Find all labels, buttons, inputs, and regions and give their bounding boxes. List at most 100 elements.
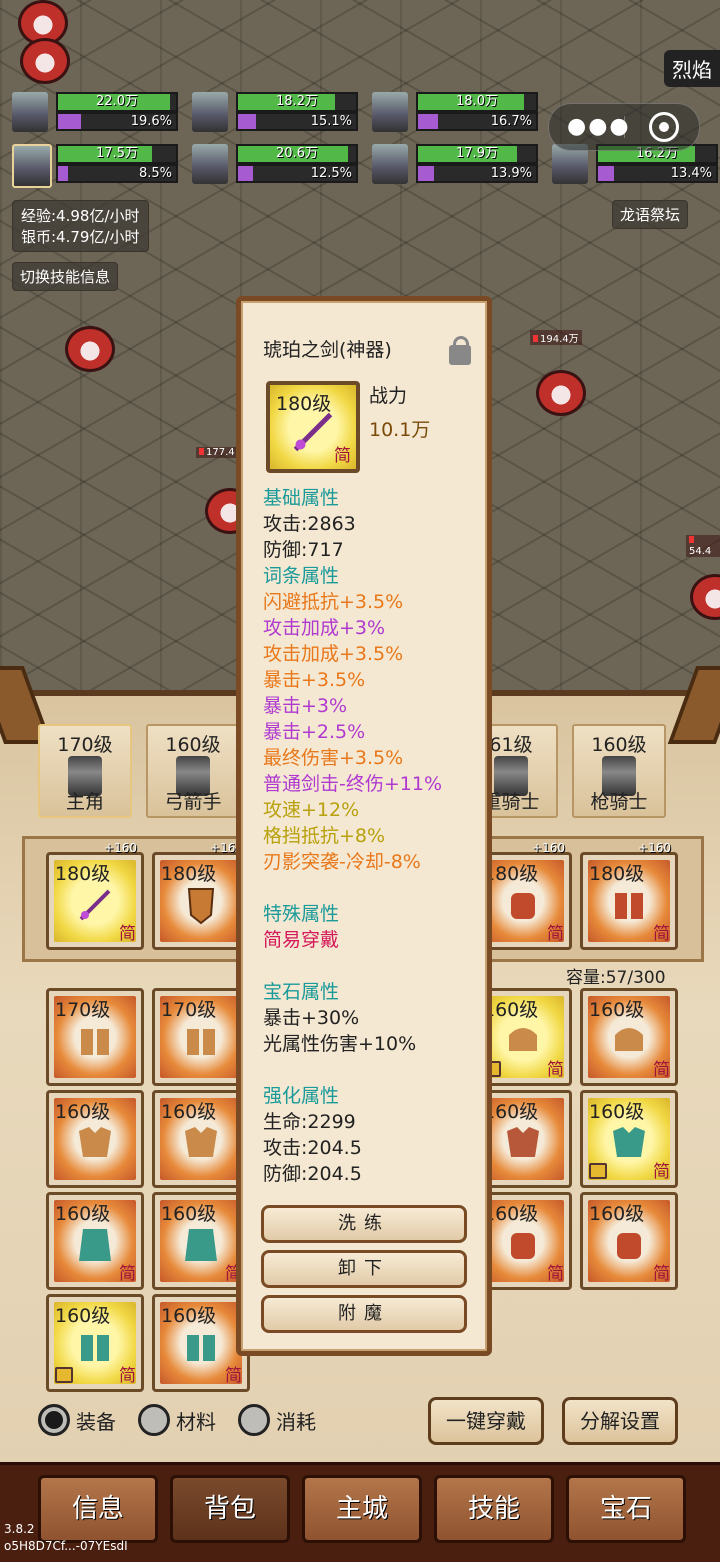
enemy-skull xyxy=(536,370,586,416)
hp-bar: 20.6万 xyxy=(236,144,358,164)
affix-attr: 闪避抵抗+3.5% xyxy=(263,591,404,613)
item-detail-tooltip: 琥珀之剑(神器) 180级 简 战力 10.1万 基础属性 攻击:2863 防御… xyxy=(236,296,492,1356)
enhance-attr: 攻击:204.5 xyxy=(263,1137,362,1159)
mp-bar: 8.5% xyxy=(56,164,178,183)
affix-attr: 暴击+3% xyxy=(263,695,348,717)
sword-icon xyxy=(79,889,111,921)
mp-bar: 19.6% xyxy=(56,112,178,131)
hero-tab-archer[interactable]: 160级 弓箭手 xyxy=(146,724,240,818)
affix-attr: 暴击+2.5% xyxy=(263,721,366,743)
damage-popup: 54.4 xyxy=(686,535,720,557)
affix-attr: 攻击加成+3.5% xyxy=(263,643,404,665)
equipped-boots-slot[interactable]: 180级 +160 简 xyxy=(580,841,678,950)
item-icon: 180级 简 xyxy=(266,381,360,473)
boots-icon xyxy=(187,1335,215,1361)
enhance-attr-header: 强化属性 xyxy=(263,1085,340,1107)
inventory-slot[interactable]: 160级简 xyxy=(46,1192,144,1290)
gloves-icon xyxy=(617,1233,641,1259)
affix-attr: 攻速+12% xyxy=(263,799,360,821)
close-target-icon[interactable] xyxy=(649,112,679,142)
nav-gems[interactable]: 宝石 xyxy=(566,1475,686,1543)
rate-info-box: 经验:4.98亿/小时 银币:4.79亿/小时 xyxy=(12,200,149,252)
inventory-slot[interactable]: 160级简 xyxy=(46,1294,144,1392)
damage-popup: 177.4 xyxy=(196,447,238,458)
equip-all-button[interactable]: 一键穿戴 xyxy=(428,1397,544,1445)
boots-icon xyxy=(615,893,643,919)
power-value: 10.1万 xyxy=(369,419,431,441)
exp-rate: 经验:4.98亿/小时 xyxy=(21,207,140,225)
base-attr: 攻击:2863 xyxy=(263,513,356,535)
enhance-attr: 防御:204.5 xyxy=(263,1163,362,1185)
shield-icon xyxy=(187,888,215,925)
hero-portrait xyxy=(192,144,228,184)
mp-bar: 13.9% xyxy=(416,164,538,183)
inventory-slot[interactable]: 160级 xyxy=(46,1090,144,1188)
mini-program-capsule[interactable]: ●●● xyxy=(548,103,700,151)
hero-portrait xyxy=(372,144,408,184)
enemy-skull xyxy=(65,326,115,372)
gloves-icon xyxy=(511,1233,535,1259)
cape-icon xyxy=(79,1229,111,1261)
armor-icon xyxy=(185,1127,217,1157)
special-attr: 简易穿戴 xyxy=(263,929,340,951)
nav-main-city[interactable]: 主城 xyxy=(302,1475,422,1543)
version-info: 3.8.2 o5H8D7Cf...-07YEsdI xyxy=(4,1522,128,1553)
hero-portrait xyxy=(192,92,228,132)
hero-tab-level: 170级 xyxy=(57,734,113,756)
hero-portrait xyxy=(372,92,408,132)
stage-name: 龙语祭坛 xyxy=(612,200,689,229)
armor-icon xyxy=(613,1127,645,1157)
mp-bar: 13.4% xyxy=(596,164,718,183)
boss-name-tag: 烈焰 xyxy=(664,50,720,87)
enchant-button[interactable]: 附魔 xyxy=(261,1295,467,1333)
gem-attr-header: 宝石属性 xyxy=(263,981,340,1003)
damage-popup: 194.4万 xyxy=(530,330,582,345)
radio-dot xyxy=(238,1404,270,1436)
hp-bar: 22.0万 xyxy=(56,92,178,112)
affix-attr: 普通剑击-终伤+11% xyxy=(263,773,443,795)
equipped-weapon-slot[interactable]: 180级 +160 简 xyxy=(46,841,144,950)
gem-attr: 光属性伤害+10% xyxy=(263,1033,417,1055)
hp-bar: 18.2万 xyxy=(236,92,358,112)
affix-attr: 格挡抵抗+8% xyxy=(263,825,386,847)
nav-bag[interactable]: 背包 xyxy=(170,1475,290,1543)
hero-portrait xyxy=(12,92,48,132)
reforge-button[interactable]: 洗练 xyxy=(261,1205,467,1243)
enhance-attr: 生命:2299 xyxy=(263,1111,356,1133)
base-attr-header: 基础属性 xyxy=(263,487,340,509)
hero-tab-main[interactable]: 170级 主角 xyxy=(38,724,132,818)
inventory-slot[interactable]: 160级简 xyxy=(580,988,678,1086)
mp-bar: 16.7% xyxy=(416,112,538,131)
nav-skills[interactable]: 技能 xyxy=(434,1475,554,1543)
inventory-slot[interactable]: 160级简 xyxy=(580,1192,678,1290)
armor-icon xyxy=(507,1127,539,1157)
item-title: 琥珀之剑(神器) xyxy=(263,339,392,361)
decompose-settings-button[interactable]: 分解设置 xyxy=(562,1397,678,1445)
cape-icon xyxy=(185,1229,217,1261)
helmet-icon xyxy=(509,1028,537,1051)
gem-attr: 暴击+30% xyxy=(263,1007,360,1029)
boots-icon xyxy=(81,1029,109,1055)
inventory-slot[interactable]: 170级 xyxy=(46,988,144,1086)
inventory-slot[interactable]: 160级简 xyxy=(580,1090,678,1188)
helmet-icon xyxy=(615,1028,643,1051)
base-attr: 防御:717 xyxy=(263,539,344,561)
affix-attr: 最终伤害+3.5% xyxy=(263,747,404,769)
special-attr-header: 特殊属性 xyxy=(263,903,340,925)
hp-bar: 17.9万 xyxy=(416,144,538,164)
radio-dot xyxy=(38,1404,70,1436)
switch-skill-info-button[interactable]: 切换技能信息 xyxy=(12,262,119,291)
hero-tab-level: 160级 xyxy=(165,734,221,756)
hero-tab-lancer[interactable]: 160级 枪骑士 xyxy=(572,724,666,818)
enemy-skull xyxy=(20,38,70,84)
hero-tab-level: 160级 xyxy=(591,734,647,756)
boots-icon xyxy=(81,1335,109,1361)
unequip-button[interactable]: 卸下 xyxy=(261,1250,467,1288)
hero-tab-role: 弓箭手 xyxy=(164,791,222,813)
hero-portrait xyxy=(12,144,52,188)
affix-attr: 攻击加成+3% xyxy=(263,617,386,639)
lock-icon[interactable] xyxy=(449,336,471,365)
more-icon[interactable]: ●●● xyxy=(567,114,631,139)
bag-capacity: 容量:57/300 xyxy=(566,968,666,988)
lock-icon xyxy=(55,1367,73,1383)
